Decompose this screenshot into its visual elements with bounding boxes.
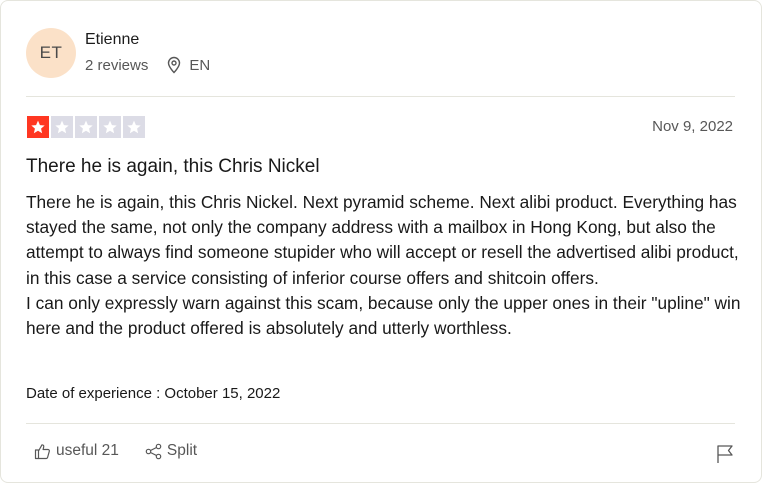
- star-filled-icon: [27, 116, 49, 138]
- star-empty-icon: [75, 116, 97, 138]
- split-label: Split: [166, 442, 198, 459]
- location-pin-icon: [166, 56, 182, 74]
- flag-button[interactable]: [716, 444, 734, 464]
- consumer-header: ET Etienne 2 reviews EN: [26, 28, 210, 78]
- avatar-initials: ET: [39, 43, 63, 62]
- star-empty-icon: [123, 116, 145, 138]
- star-empty-icon: [51, 116, 73, 138]
- share-button[interactable]: Split: [145, 442, 197, 460]
- avatar[interactable]: ET: [26, 28, 76, 78]
- consumer-name[interactable]: Etienne: [85, 30, 210, 50]
- flag-icon: [717, 445, 733, 463]
- consumer-country: EN: [189, 56, 211, 74]
- star-rating: [27, 116, 145, 138]
- consumer-info: Etienne 2 reviews EN: [85, 30, 210, 74]
- thumbs-up-icon: [34, 443, 50, 459]
- review-card: ET Etienne 2 reviews EN Nov 9, 2022 Ther…: [0, 0, 762, 483]
- share-icon: [145, 443, 162, 459]
- date-of-experience: Date of experience : October 15, 2022: [26, 385, 281, 402]
- divider: [26, 423, 735, 424]
- review-actions: useful 21 Split: [34, 442, 197, 460]
- useful-button[interactable]: useful 21: [34, 442, 119, 460]
- divider: [26, 96, 735, 97]
- consumer-review-count: 2 reviews: [85, 56, 149, 74]
- review-body: There he is again, this Chris Nickel. Ne…: [26, 192, 741, 339]
- consumer-meta: 2 reviews EN: [85, 56, 210, 74]
- useful-label: useful 21: [56, 442, 119, 459]
- review-date: Nov 9, 2022: [652, 118, 733, 135]
- review-title[interactable]: There he is again, this Chris Nickel: [26, 156, 320, 178]
- star-empty-icon: [99, 116, 121, 138]
